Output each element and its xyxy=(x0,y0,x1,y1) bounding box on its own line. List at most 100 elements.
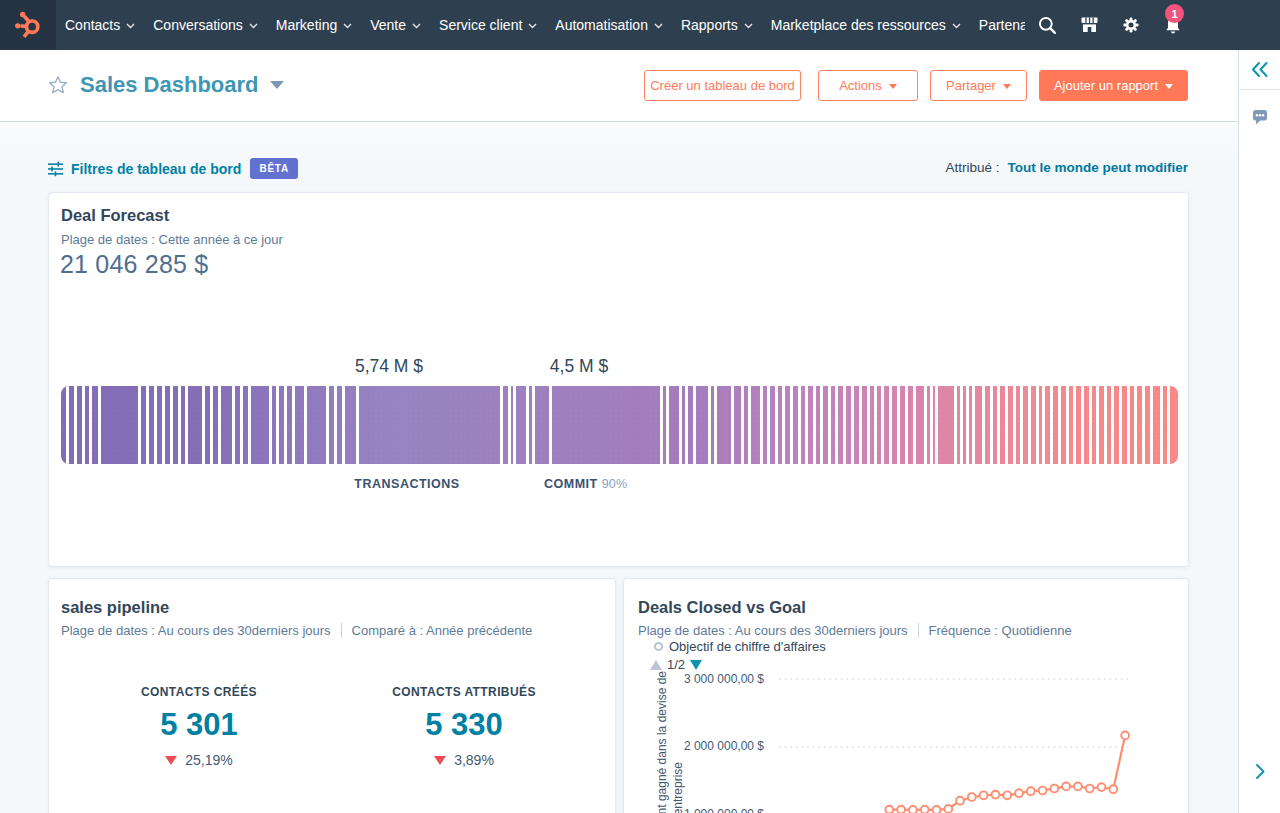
chevron-down-icon xyxy=(412,23,421,29)
contacts-assigned-change: 3,89% xyxy=(354,752,574,768)
notifications-button[interactable]: 1 xyxy=(1152,0,1194,50)
nav-menu: Contacts Conversations Marketing Vente S… xyxy=(56,0,1025,50)
filters-icon xyxy=(48,161,63,177)
subtitle-divider xyxy=(918,623,919,638)
nav-item-automatisation[interactable]: Automatisation xyxy=(546,0,672,50)
chevron-down-icon xyxy=(744,23,753,29)
nav-item-conversations[interactable]: Conversations xyxy=(144,0,267,50)
decrease-triangle-icon xyxy=(165,756,177,765)
actions-label: Actions xyxy=(839,78,882,93)
nav-item-label: Vente xyxy=(370,17,406,33)
create-dashboard-label: Créer un tableau de bord xyxy=(650,78,795,93)
sales-pipeline-card: sales pipeline Plage de dates : Au cours… xyxy=(48,578,616,813)
contacts-created-label: CONTACTS CRÉÉS xyxy=(89,685,309,699)
deal-forecast-date-range: Plage de dates : Cette année à ce jour xyxy=(61,232,283,247)
assigned-label: Attribué : xyxy=(945,160,999,175)
star-icon xyxy=(48,75,68,95)
decrease-triangle-icon xyxy=(434,756,446,765)
deal-forecast-title: Deal Forecast xyxy=(61,206,169,225)
settings-button[interactable] xyxy=(1110,0,1152,50)
pager-label: 1/2 xyxy=(667,657,685,672)
favorite-star-button[interactable] xyxy=(48,75,68,99)
nav-item-contacts[interactable]: Contacts xyxy=(56,0,144,50)
contacts-assigned-value: 5 330 xyxy=(354,707,574,743)
title-dropdown-caret[interactable] xyxy=(270,81,284,89)
y-axis-title-line1: Montant gagné dans la devise de xyxy=(654,671,670,813)
create-dashboard-button[interactable]: Créer un tableau de bord xyxy=(644,70,801,101)
nav-item-label: Partenaires xyxy=(979,17,1025,33)
share-button[interactable]: Partager xyxy=(930,70,1027,101)
pager-down-button[interactable] xyxy=(690,660,702,670)
forecast-bar[interactable] xyxy=(61,386,1178,464)
comment-icon xyxy=(1252,108,1268,125)
chevron-down-icon xyxy=(952,23,961,29)
chart-pager: 1/2 xyxy=(650,657,702,672)
commit-probability: 90% xyxy=(602,477,628,491)
beta-badge: BÊTA xyxy=(250,158,298,179)
pager-up-button[interactable] xyxy=(650,660,662,670)
marketplace-button[interactable] xyxy=(1068,0,1110,50)
deals-closed-frequency: Fréquence : Quotidienne xyxy=(929,623,1072,638)
nav-item-label: Marketplace des ressources xyxy=(771,17,946,33)
contacts-created-change: 25,19% xyxy=(89,752,309,768)
page-title[interactable]: Sales Dashboard xyxy=(80,71,259,99)
nav-icon-group: 1 xyxy=(1026,0,1194,50)
deal-forecast-card: Deal Forecast Plage de dates : Cette ann… xyxy=(48,192,1189,567)
actions-button[interactable]: Actions xyxy=(818,70,918,101)
add-report-button[interactable]: Ajouter un rapport xyxy=(1039,70,1188,101)
nav-item-label: Service client xyxy=(439,17,522,33)
commit-label-text: COMMIT xyxy=(544,477,598,491)
caret-down-icon xyxy=(1165,84,1173,89)
share-label: Partager xyxy=(946,78,996,93)
chevron-down-icon xyxy=(343,23,352,29)
chevron-down-icon xyxy=(249,23,258,29)
nav-item-partenaires[interactable]: Partenaires xyxy=(970,0,1025,50)
caret-down-icon xyxy=(1003,84,1011,89)
comments-button[interactable] xyxy=(1239,90,1280,142)
hubspot-logo[interactable] xyxy=(0,0,56,50)
nav-item-label: Contacts xyxy=(65,17,120,33)
nav-item-marketplace[interactable]: Marketplace des ressources xyxy=(762,0,970,50)
sales-pipeline-date-range: Plage de dates : Au cours des 30derniers… xyxy=(61,623,331,638)
legend-circle-icon xyxy=(654,642,663,651)
commit-stage-label: COMMIT 90% xyxy=(544,477,627,491)
nav-item-label: Marketing xyxy=(276,17,337,33)
deals-line-markers xyxy=(885,732,1129,813)
sales-pipeline-subtitle: Plage de dates : Au cours des 30derniers… xyxy=(61,623,532,638)
assigned-permission-link[interactable]: Tout le monde peut modifier xyxy=(1008,160,1189,175)
top-navbar: Contacts Conversations Marketing Vente S… xyxy=(0,0,1280,50)
chevron-down-icon xyxy=(528,23,537,29)
expand-panel-button[interactable] xyxy=(1239,751,1280,791)
gear-icon xyxy=(1122,16,1140,34)
subtitle-divider xyxy=(341,623,342,638)
double-chevron-left-icon xyxy=(1250,61,1269,78)
deals-closed-subtitle: Plage de dates : Au cours des 30derniers… xyxy=(638,623,1072,638)
dashboard-filters-label: Filtres de tableau de bord xyxy=(71,161,241,177)
legend-item-goal[interactable]: Objectif de chiffre d'affaires xyxy=(654,639,826,654)
transactions-stage-label: TRANSACTIONS xyxy=(347,477,467,491)
contacts-assigned-label: CONTACTS ATTRIBUÉS xyxy=(354,685,574,699)
y-axis-title: Montant gagné dans la devise de l'entrep… xyxy=(654,671,690,813)
nav-item-label: Conversations xyxy=(153,17,243,33)
deals-closed-card: Deals Closed vs Goal Plage de dates : Au… xyxy=(623,578,1189,813)
search-icon xyxy=(1037,15,1058,36)
deals-closed-date-range: Plage de dates : Au cours des 30derniers… xyxy=(638,623,908,638)
collapse-sidebar-button[interactable] xyxy=(1239,50,1280,90)
contacts-assigned-change-value: 3,89% xyxy=(454,752,494,768)
add-report-label: Ajouter un rapport xyxy=(1054,78,1158,93)
nav-item-label: Automatisation xyxy=(555,17,648,33)
nav-item-rapports[interactable]: Rapports xyxy=(672,0,762,50)
page-header: Sales Dashboard Créer un tableau de bord… xyxy=(0,50,1238,122)
nav-item-service-client[interactable]: Service client xyxy=(430,0,546,50)
y-axis-title-line2: l'entreprise xyxy=(670,671,686,813)
dashboard-filters-toggle[interactable]: Filtres de tableau de bord BÊTA xyxy=(48,158,298,179)
deals-line-chart xyxy=(771,665,1151,813)
chevron-right-icon xyxy=(1255,763,1266,780)
legend-label: Objectif de chiffre d'affaires xyxy=(669,639,826,654)
assigned-row: Attribué : Tout le monde peut modifier xyxy=(945,155,1188,179)
hubspot-sprocket-icon xyxy=(8,6,48,44)
nav-item-marketing[interactable]: Marketing xyxy=(267,0,361,50)
search-button[interactable] xyxy=(1026,0,1068,50)
contacts-assigned-metric: CONTACTS ATTRIBUÉS 5 330 3,89% xyxy=(354,685,574,768)
nav-item-vente[interactable]: Vente xyxy=(361,0,430,50)
